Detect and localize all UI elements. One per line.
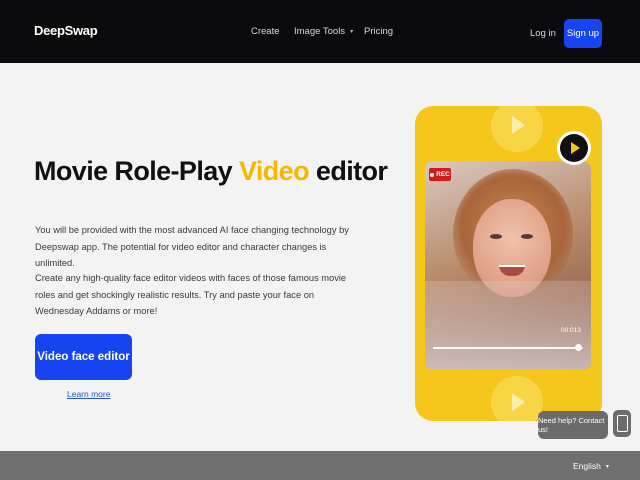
signup-button[interactable]: Sign up (564, 19, 602, 48)
record-dot-icon (430, 172, 435, 177)
play-icon (571, 142, 580, 154)
logo[interactable]: DeepSwap (34, 23, 98, 38)
title-accent: Video (238, 156, 310, 186)
nav-image-tools-label: Image Tools (294, 26, 346, 37)
decorative-play-icon (512, 116, 525, 134)
nav-create[interactable]: Create (251, 26, 280, 37)
title-part-1: Movie Role-Play (34, 156, 239, 186)
video-eye (490, 234, 502, 239)
video-progress-knob[interactable] (575, 344, 582, 351)
video-frame[interactable]: REC 00:013 (425, 161, 591, 370)
play-icon-circle (560, 134, 588, 162)
top-header: DeepSwap Create Image Tools ▾ Pricing Log… (0, 0, 640, 63)
rec-badge: REC (429, 168, 451, 181)
video-mouth (499, 265, 525, 276)
description-paragraph-1: You will be provided with the most advan… (35, 225, 349, 268)
video-timecode: 00:013 (561, 327, 581, 334)
footer-bar: English ▾ (0, 451, 640, 480)
decorative-play-icon (512, 393, 525, 411)
video-progress-bar[interactable] (433, 344, 583, 351)
language-selector[interactable]: English ▾ (573, 461, 609, 471)
description-paragraph-2: Create any high-quality face editor vide… (35, 273, 347, 316)
nav-pricing[interactable]: Pricing (364, 26, 393, 37)
video-preview-card: REC 00:013 (415, 106, 602, 421)
video-veil (425, 281, 591, 370)
phone-screen (616, 415, 628, 432)
help-contact-button[interactable]: Need help? Contact us! (538, 411, 608, 439)
login-link[interactable]: Log in (530, 28, 556, 39)
title-part-2: editor (309, 156, 388, 186)
chevron-down-icon: ▾ (350, 29, 354, 35)
page-title: Movie Role-Play Video editor (34, 156, 388, 187)
rec-label: REC (436, 171, 450, 178)
play-button[interactable] (557, 131, 591, 165)
learn-more-link[interactable]: Learn more (67, 389, 110, 399)
phone-icon[interactable] (613, 410, 631, 437)
video-face-editor-button[interactable]: Video face editor (35, 334, 132, 380)
video-eye (521, 234, 533, 239)
nav-image-tools[interactable]: Image Tools ▾ (294, 26, 353, 37)
video-progress-fill (433, 347, 579, 349)
chevron-down-icon: ▾ (605, 464, 609, 470)
language-label: English (573, 461, 601, 471)
